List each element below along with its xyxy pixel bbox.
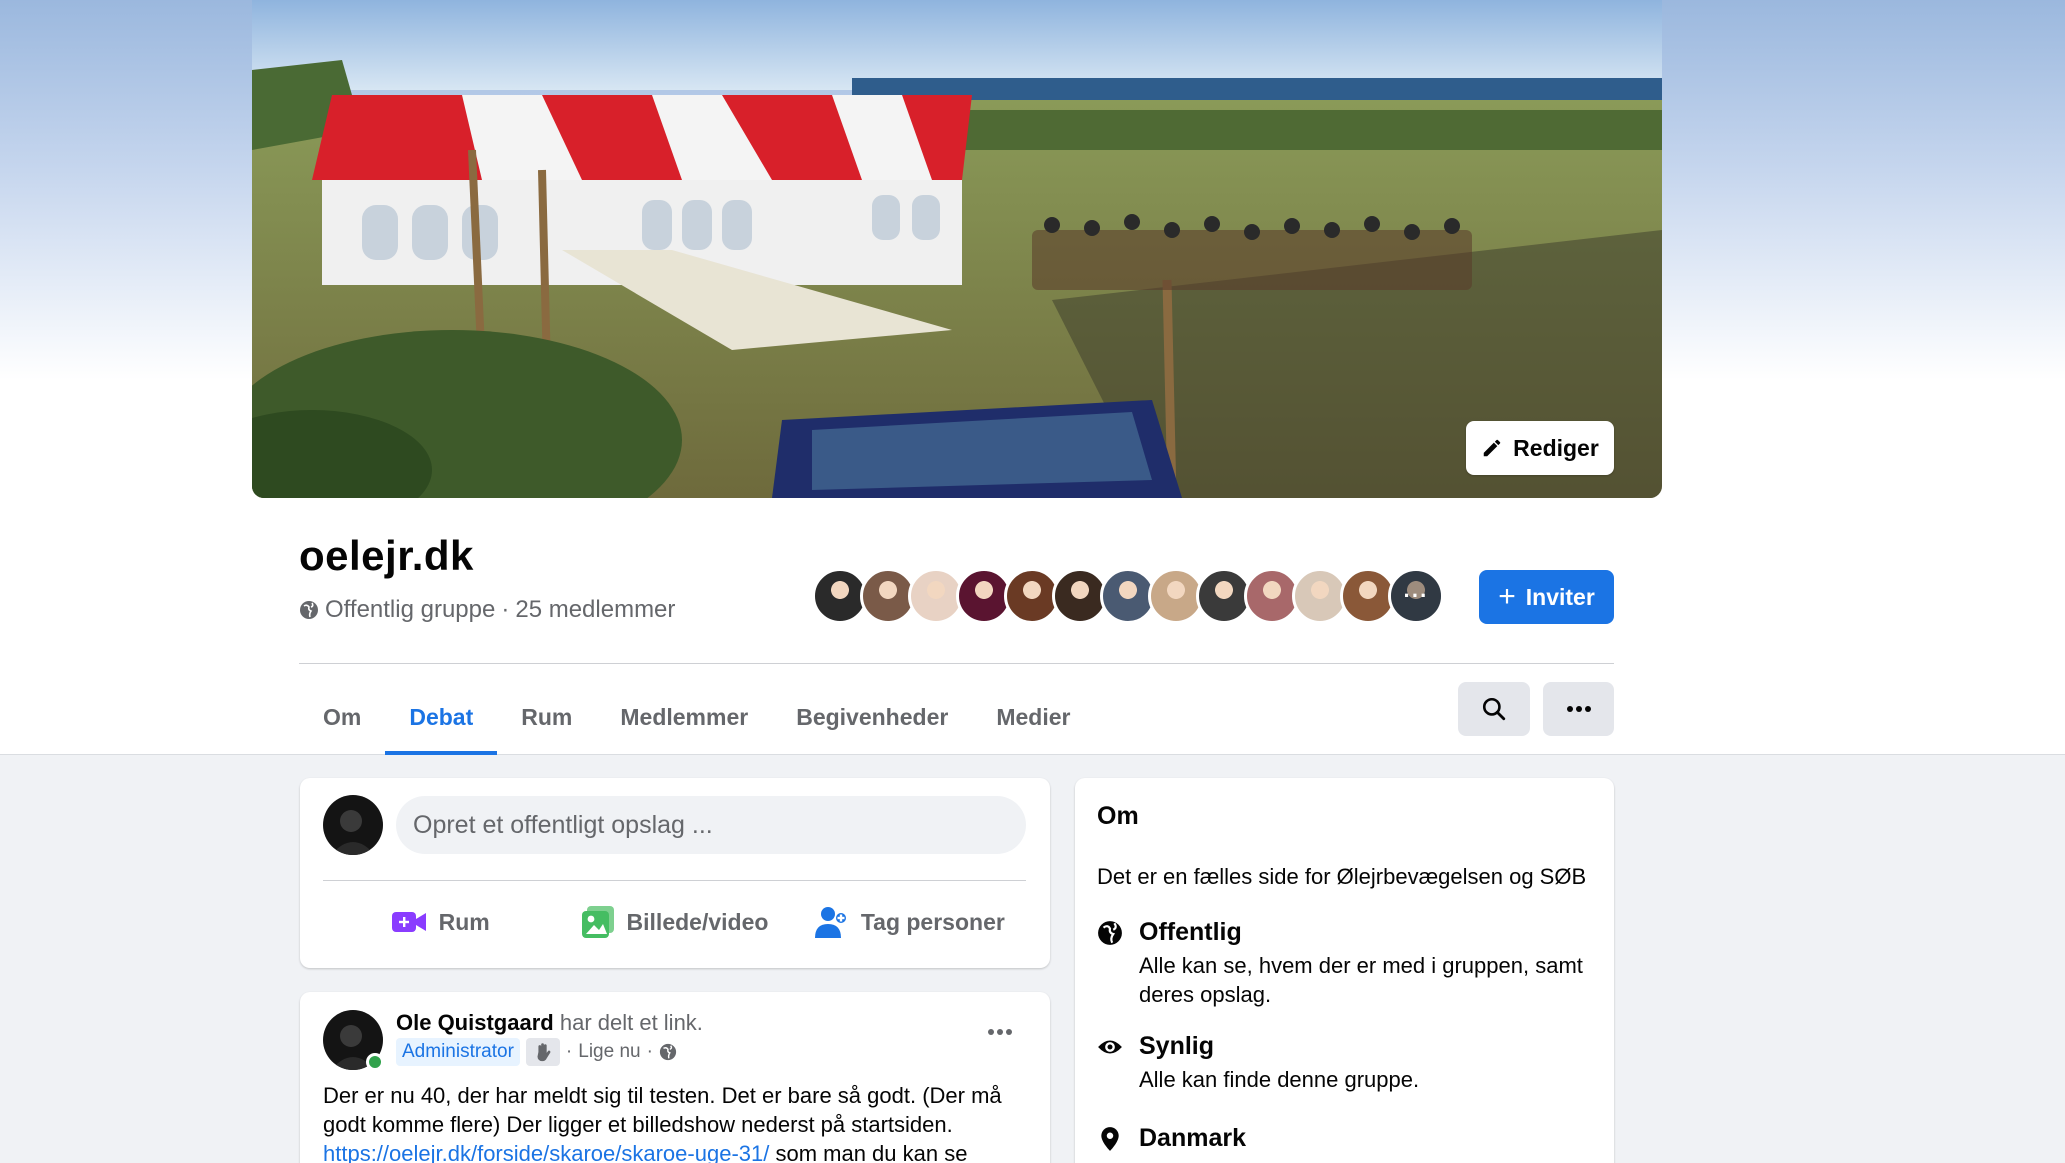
create-post-input[interactable]: Opret et offentligt opslag ... <box>396 796 1026 854</box>
composer-actions: Rum Billede/video Tag personer <box>323 890 1026 954</box>
globe-icon <box>300 601 318 619</box>
tab-begivenheder[interactable]: Begivenheder <box>772 680 972 755</box>
meta-separator: · <box>501 596 510 623</box>
eye-icon <box>1098 1040 1122 1054</box>
invite-button[interactable]: + Inviter <box>1479 570 1614 624</box>
about-item-title: Synlig <box>1139 1032 1215 1060</box>
plus-icon: + <box>1498 580 1516 613</box>
more-dots-icon <box>1566 706 1591 712</box>
badge-icon[interactable] <box>525 1038 560 1066</box>
post-text-after-link: som man du kan se <box>769 1141 968 1163</box>
post-composer: Opret et offentligt opslag ... Rum Bille… <box>300 778 1050 968</box>
about-description: Det er en fælles side for Ølejrbevægelse… <box>1097 864 1587 889</box>
post-link[interactable]: https://oelejr.dk/forside/skaroe/skaroe-… <box>323 1141 769 1163</box>
online-status-dot <box>366 1053 384 1071</box>
post-meta: Administrator · Lige nu · <box>396 1038 677 1066</box>
more-dots-icon: ··· <box>1403 583 1429 608</box>
about-card: Om Det er en fælles side for Ølejrbevæge… <box>1075 778 1614 1163</box>
about-item-title[interactable]: Danmark <box>1139 1124 1246 1153</box>
tag-people-action-button[interactable]: Tag personer <box>792 890 1026 954</box>
location-pin-icon <box>1101 1127 1119 1151</box>
about-item-title: Offentlig <box>1139 918 1242 946</box>
group-tabs: Om Debat Rum Medlemmer Begivenheder Medier <box>299 680 1094 755</box>
cover-photo-image <box>252 0 1662 498</box>
search-button[interactable] <box>1458 682 1530 736</box>
post-action-text: har delt et link. <box>559 1010 703 1035</box>
room-action-button[interactable]: Rum <box>323 890 557 954</box>
post-author[interactable]: Ole Quistgaard <box>396 1010 554 1035</box>
globe-icon <box>659 1043 677 1061</box>
title-divider <box>299 663 1614 664</box>
tab-rum[interactable]: Rum <box>497 680 596 755</box>
search-icon <box>1482 697 1506 721</box>
more-members-avatar[interactable]: ··· <box>1388 568 1444 624</box>
group-member-count[interactable]: 25 medlemmer <box>515 596 675 624</box>
about-item-text: Alle kan finde denne gruppe. <box>1139 1067 1420 1092</box>
more-options-button[interactable] <box>1543 682 1614 736</box>
more-dots-icon <box>988 1029 1012 1035</box>
post-text: Der er nu 40, der har meldt sig til test… <box>323 1083 1002 1137</box>
video-camera-plus-icon <box>391 912 426 932</box>
about-heading: Om <box>1097 802 1139 830</box>
photo-video-action-label: Billede/video <box>626 908 769 935</box>
about-item-visible: Synlig Alle kan finde denne gruppe. <box>1097 1032 1599 1094</box>
post-meta-dot: · <box>565 1041 573 1062</box>
tab-medier[interactable]: Medier <box>972 680 1094 755</box>
edit-cover-label: Rediger <box>1513 434 1599 461</box>
about-item-text: Alle kan se, hvem der er med i gruppen, … <box>1139 953 1583 1007</box>
photo-icon <box>581 906 614 938</box>
member-avatars[interactable]: ··· <box>812 568 1444 624</box>
tag-people-action-label: Tag personer <box>860 908 1005 935</box>
avatar[interactable] <box>323 795 383 855</box>
globe-icon <box>1098 921 1122 945</box>
post-body: Der er nu 40, der har meldt sig til test… <box>323 1081 1035 1163</box>
room-action-label: Rum <box>438 908 490 935</box>
tab-medlemmer[interactable]: Medlemmer <box>596 680 772 755</box>
composer-divider <box>323 880 1026 881</box>
post-time[interactable]: Lige nu <box>578 1041 640 1063</box>
wave-hand-icon <box>537 1043 551 1062</box>
admin-badge[interactable]: Administrator <box>396 1038 520 1066</box>
group-privacy[interactable]: Offentlig gruppe <box>325 596 495 624</box>
feed-post: Ole Quistgaard har delt et link. Adminis… <box>300 992 1050 1163</box>
tab-debat[interactable]: Debat <box>385 680 498 755</box>
post-options-button[interactable] <box>980 1012 1020 1052</box>
post-meta-dot-2: · <box>646 1041 653 1062</box>
edit-cover-button[interactable]: Rediger <box>1466 421 1614 475</box>
group-name[interactable]: oelejr.dk <box>299 532 474 580</box>
tag-people-icon <box>814 907 846 938</box>
about-item-location: Danmark <box>1097 1124 1246 1153</box>
tab-om[interactable]: Om <box>299 680 385 755</box>
about-item-public: Offentlig Alle kan se, hvem der er med i… <box>1097 918 1599 1009</box>
cover-photo <box>252 0 1662 498</box>
photo-video-action-button[interactable]: Billede/video <box>557 890 791 954</box>
post-headline: Ole Quistgaard har delt et link. <box>396 1010 703 1036</box>
group-meta: Offentlig gruppe · 25 medlemmer <box>299 596 675 624</box>
pencil-icon <box>1483 439 1501 457</box>
invite-label: Inviter <box>1525 583 1595 610</box>
